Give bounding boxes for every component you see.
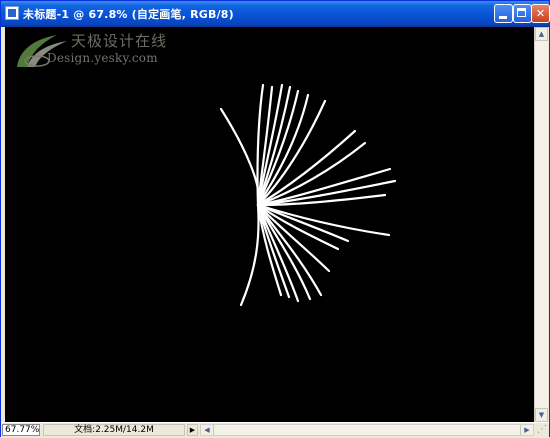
brush-stroke xyxy=(239,203,260,307)
title-bar[interactable]: 未标题-1 @ 67.8% (自定画笔, RGB/8) ✕ xyxy=(1,1,550,27)
resize-grip-icon[interactable]: ⋰ xyxy=(536,424,548,436)
scroll-right-button[interactable]: ▶ xyxy=(520,425,533,435)
scroll-down-icon: ▼ xyxy=(538,411,545,419)
close-button[interactable]: ✕ xyxy=(531,4,550,23)
document-size-info: 文档:2.25M/14.2M xyxy=(43,424,185,436)
document-icon[interactable] xyxy=(5,6,19,20)
close-icon: ✕ xyxy=(535,7,546,20)
horizontal-scrollbar[interactable]: ◀ ▶ xyxy=(200,424,534,436)
scroll-right-icon: ▶ xyxy=(524,426,530,434)
status-bar: 67.77% 文档:2.25M/14.2M ▶ ◀ ▶ ⋰ xyxy=(1,422,549,438)
minimize-icon xyxy=(499,16,507,19)
zoom-input[interactable]: 67.77% xyxy=(2,424,40,436)
vertical-scrollbar[interactable]: ▲ ▼ xyxy=(534,27,548,422)
minimize-button[interactable] xyxy=(494,4,513,23)
window-title: 未标题-1 @ 67.8% (自定画笔, RGB/8) xyxy=(23,8,234,21)
status-menu-button[interactable]: ▶ xyxy=(187,424,198,436)
maximize-button[interactable] xyxy=(513,4,532,23)
scroll-up-icon: ▲ xyxy=(538,30,545,38)
photoshop-document-window: 未标题-1 @ 67.8% (自定画笔, RGB/8) ✕ 天极设计在线 Des… xyxy=(0,0,550,438)
scroll-left-button[interactable]: ◀ xyxy=(201,425,214,435)
document-canvas[interactable]: 天极设计在线 Design.yesky.com xyxy=(5,27,534,422)
scroll-left-icon: ◀ xyxy=(204,426,210,434)
scroll-up-button[interactable]: ▲ xyxy=(535,27,548,41)
scroll-down-button[interactable]: ▼ xyxy=(535,408,548,422)
maximize-icon xyxy=(517,8,526,17)
brush-stroke xyxy=(219,107,260,207)
custom-brush-strokes xyxy=(219,83,397,307)
